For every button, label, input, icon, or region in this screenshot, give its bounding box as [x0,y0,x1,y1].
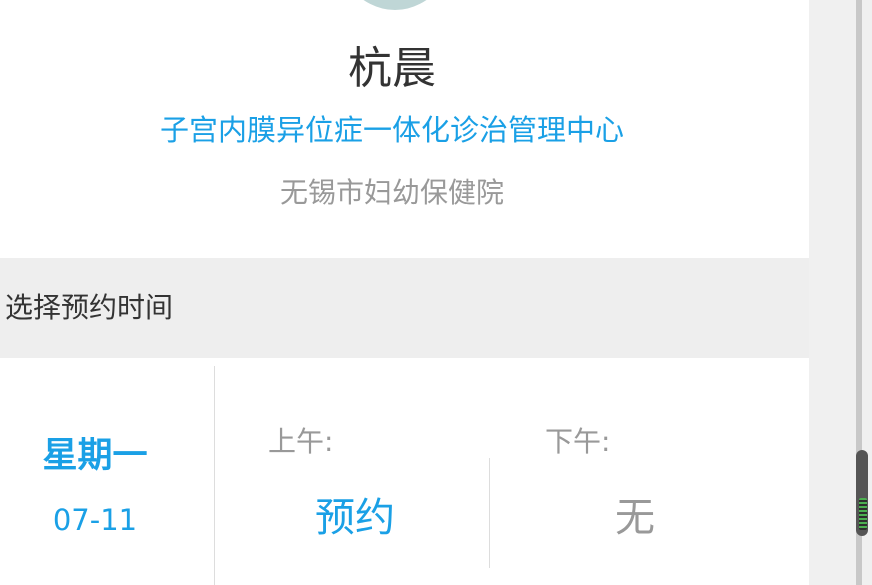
schedule-weekday: 星期一 [42,436,148,476]
schedule-row: 星期一 07-11 上午: 下午: 预约 无 [0,358,809,585]
doctor-avatar [330,0,460,10]
schedule-date: 07-11 [52,503,138,537]
morning-book-button[interactable]: 预约 [300,492,410,544]
afternoon-status: 无 [615,495,655,541]
morning-label: 上午: [268,425,334,458]
slot-divider [489,458,490,568]
doctor-page: 杭晨 子宫内膜异位症一体化诊治管理中心 无锡市妇幼保健院 选择预约时间 星期一 … [0,0,809,585]
schedule-day: 星期一 07-11 [0,358,214,585]
schedule-section-header: 选择预约时间 [0,258,809,358]
schedule-section-title: 选择预约时间 [5,291,174,324]
afternoon-label: 下午: [545,425,611,458]
doctor-hospital: 无锡市妇幼保健院 [279,176,504,209]
scrollbar-grip-icon [859,498,867,530]
doctor-department: 子宫内膜异位症一体化诊治管理中心 [159,113,624,147]
doctor-name: 杭晨 [348,43,436,94]
column-divider [214,366,215,585]
